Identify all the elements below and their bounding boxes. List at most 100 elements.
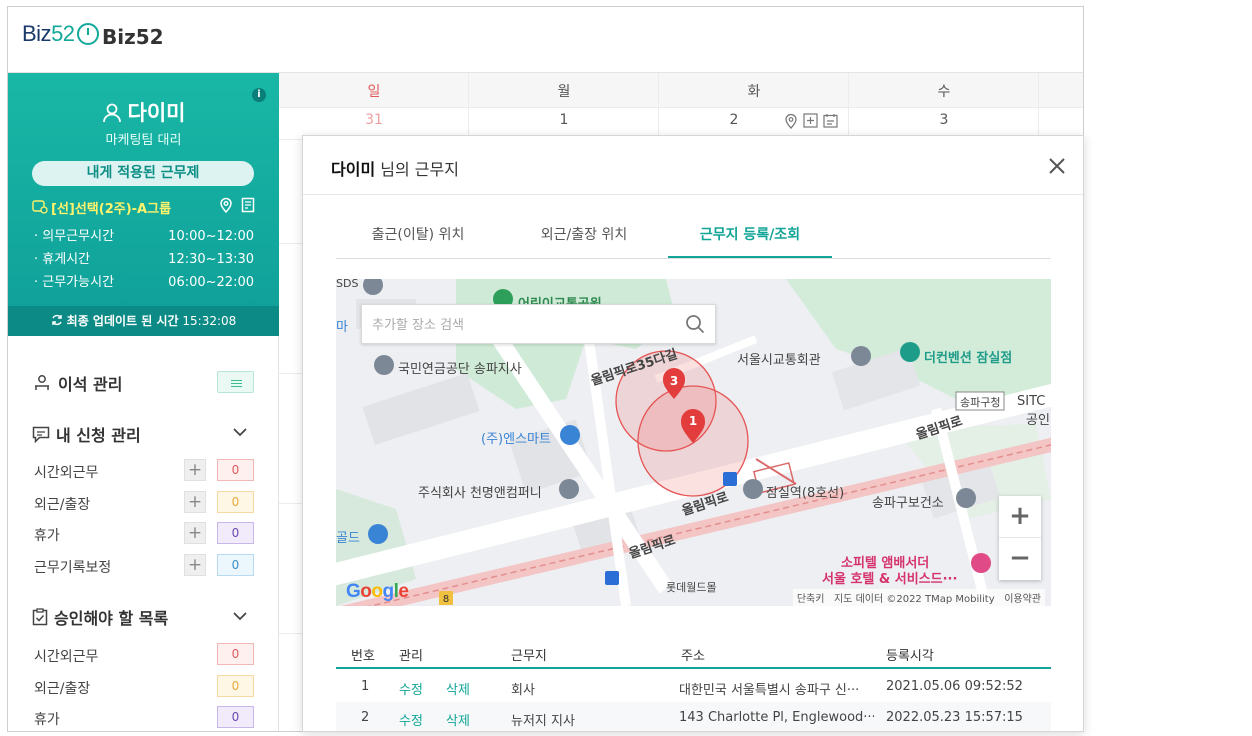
count-badge[interactable]: 0 xyxy=(217,522,254,544)
location-pin-icon[interactable] xyxy=(219,197,233,213)
add-button[interactable]: + xyxy=(184,522,206,544)
modal-divider xyxy=(303,194,1083,195)
request-row: 근무기록보정 + 0 xyxy=(34,554,256,578)
user-role: 마케팅팀 대리 xyxy=(105,133,182,148)
modal-title: 다이미 님의 근무지 xyxy=(331,160,459,179)
date-actions xyxy=(784,113,838,129)
registered-time: 2021.05.06 09:52:52 xyxy=(886,679,1023,694)
map-label: 국민연금공단 송파지사 xyxy=(398,362,522,377)
approval-row: 시간외근무 0 xyxy=(34,643,256,667)
marker-1-label: 1 xyxy=(689,414,697,428)
day-tue: 화 xyxy=(747,84,761,100)
count-badge[interactable]: 0 xyxy=(217,706,254,728)
workplace-address: 대한민국 서울특별시 송파구 신··· xyxy=(679,683,860,698)
place-search-input[interactable] xyxy=(372,314,672,336)
edit-link[interactable]: 수정 xyxy=(399,679,423,698)
count-badge[interactable]: 0 xyxy=(217,491,254,513)
close-icon[interactable] xyxy=(1045,154,1069,178)
table-row: 1 수정 삭제 회사 대한민국 서울특별시 송파구 신··· 2021.05.0… xyxy=(336,671,1051,702)
clipboard-check-icon xyxy=(32,608,48,626)
schedule-icon xyxy=(32,200,48,214)
add-button[interactable]: + xyxy=(184,491,206,513)
map-label: (주)엔스마트 xyxy=(481,432,551,447)
count-badge[interactable]: 0 xyxy=(217,554,254,576)
user-name: 다이미 xyxy=(8,97,279,127)
column-header: 주소 xyxy=(681,649,705,664)
hour-row: · 휴게시간 12:30~13:30 xyxy=(34,252,254,267)
last-update-bar[interactable]: 최종 업데이트 된 시간 15:32:08 xyxy=(8,306,279,336)
column-header: 번호 xyxy=(351,649,375,664)
request-row: 외근/출장 + 0 xyxy=(34,491,256,515)
hour-row: · 근무가능시간 06:00~22:00 xyxy=(34,275,254,290)
chat-icon xyxy=(32,426,50,443)
map-label: 롯데월드몰 xyxy=(666,581,717,594)
calendar-icon[interactable] xyxy=(823,113,838,128)
edit-link[interactable]: 수정 xyxy=(399,710,423,729)
date-cell[interactable]: 31 xyxy=(279,112,469,128)
date-cell[interactable]: 1 xyxy=(469,112,659,128)
count-badge[interactable]: 0 xyxy=(217,459,254,481)
terms-link[interactable]: 이용약관 xyxy=(1004,594,1041,605)
logo-text: Biz52 xyxy=(22,21,75,46)
marker-3-label: 3 xyxy=(670,374,678,388)
row-number: 1 xyxy=(361,679,370,694)
map-label: 더컨벤션 잠실점 xyxy=(924,351,1013,366)
place-search-box xyxy=(361,304,716,344)
column-header: 근무지 xyxy=(511,649,547,664)
search-icon[interactable] xyxy=(685,314,705,334)
map-label: 잠실역(8호선) xyxy=(766,486,845,501)
map-label: 골드 xyxy=(336,531,360,546)
seat-icon xyxy=(35,375,49,390)
sidebar: i 다이미 마케팅팀 대리 내게 적용된 근무제 [선]선택(2주)-A그룹 ·… xyxy=(8,73,279,731)
map-attribution: 단축키 지도 데이터 ©2022 TMap Mobility 이용약관 xyxy=(792,589,1045,606)
count-badge[interactable]: 0 xyxy=(217,643,254,665)
biz52-logo[interactable]: Biz52 xyxy=(22,21,99,47)
road-number: 8 xyxy=(443,594,449,605)
map-label: 송파구청 xyxy=(960,396,1001,409)
tab-outside-location[interactable]: 외근/출장 위치 xyxy=(502,224,666,258)
seat-management[interactable]: 이석 관리 xyxy=(32,371,122,395)
row-number: 2 xyxy=(361,710,370,725)
chevron-down-icon[interactable] xyxy=(233,612,247,621)
count-badge[interactable]: 0 xyxy=(217,675,254,697)
shortcut-link[interactable]: 단축키 xyxy=(797,594,825,605)
tab-workplace-register[interactable]: 근무지 등록/조회 xyxy=(668,224,832,258)
column-header: 관리 xyxy=(399,649,423,664)
day-sun: 일 xyxy=(367,84,381,100)
approval-row: 휴가 0 xyxy=(34,706,256,730)
chevron-down-icon[interactable] xyxy=(233,428,247,437)
document-icon[interactable] xyxy=(241,197,255,213)
add-button[interactable]: + xyxy=(184,459,206,481)
approvals-section[interactable]: 승인해야 할 목록 xyxy=(32,605,168,629)
zoom-control: + − xyxy=(999,496,1041,580)
plus-box-icon[interactable] xyxy=(803,113,818,128)
map-label: 마 xyxy=(336,320,348,335)
table-row: 2 수정 삭제 뉴저지 지사 143 Charlotte Pl, Englewo… xyxy=(336,702,1051,731)
date-cell[interactable]: 3 xyxy=(849,112,1039,128)
add-button[interactable]: + xyxy=(184,554,206,576)
map-label: 공인 xyxy=(1026,413,1050,428)
seat-list-button[interactable] xyxy=(217,371,254,393)
location-pin-icon[interactable] xyxy=(784,113,798,129)
my-requests-section[interactable]: 내 신청 관리 xyxy=(32,422,141,446)
tab-checkin-location[interactable]: 출근(이탈) 위치 xyxy=(336,224,500,258)
workplace-address: 143 Charlotte Pl, Englewood··· xyxy=(679,710,874,725)
zoom-out-button[interactable]: − xyxy=(999,538,1041,580)
workplace-name: 회사 xyxy=(511,683,535,698)
column-header: 등록시각 xyxy=(886,649,934,664)
modal-tabs: 출근(이탈) 위치 외근/출장 위치 근무지 등록/조회 xyxy=(336,224,1051,259)
request-row: 시간외근무 + 0 xyxy=(34,459,256,483)
map-data-text: 지도 데이터 ©2022 TMap Mobility xyxy=(833,594,995,605)
top-header: Biz52 Biz52 xyxy=(8,7,1083,73)
map-label: 주식회사 천명앤컴퍼니 xyxy=(418,486,542,501)
map-label: SDS xyxy=(336,279,359,290)
app-title: Biz52 xyxy=(102,25,164,49)
registered-time: 2022.05.23 15:57:15 xyxy=(886,710,1023,725)
workplace-modal: 다이미 님의 근무지 출근(이탈) 위치 외근/출장 위치 근무지 등록/조회 xyxy=(302,135,1084,732)
delete-link[interactable]: 삭제 xyxy=(446,679,470,698)
map[interactable]: 1 3 8 SDS 어린이교통공원 마 국민연금공단 송파지사 서울시교통회관 … xyxy=(336,279,1051,606)
clock-icon xyxy=(76,23,99,45)
delete-link[interactable]: 삭제 xyxy=(446,710,470,729)
zoom-in-button[interactable]: + xyxy=(999,496,1041,538)
user-icon xyxy=(102,103,121,123)
